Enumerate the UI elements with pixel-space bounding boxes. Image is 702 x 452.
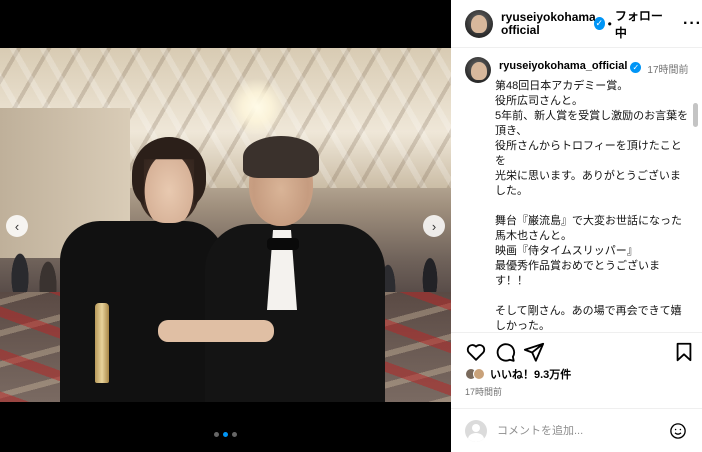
- liker-avatar: [473, 368, 485, 380]
- likes-row[interactable]: いいね！9.3万件: [465, 366, 571, 382]
- verified-badge-icon: ✓: [594, 17, 605, 30]
- comment-input[interactable]: [497, 424, 667, 437]
- chevron-right-icon: ›: [431, 218, 437, 234]
- emoji-icon[interactable]: [669, 422, 687, 440]
- photo-chandelier: [228, 78, 286, 136]
- carousel-next-button[interactable]: ›: [423, 215, 445, 237]
- carousel-dot: [214, 432, 219, 437]
- caption-text: 第48回日本アカデミー賞。 役所広司さんと。 5年前、新人賞を受賞し激励のお言葉…: [495, 80, 689, 332]
- heart-icon[interactable]: [465, 341, 487, 363]
- account-avatar[interactable]: [465, 9, 493, 38]
- caption-scrollbar[interactable]: [693, 103, 698, 127]
- separator-dot: •: [607, 16, 612, 31]
- following-button[interactable]: フォロー中: [615, 7, 664, 41]
- caption-timestamp: 17時間前: [647, 65, 689, 76]
- comment-bar: [451, 408, 702, 452]
- account-handle[interactable]: ryuseiyokohama_ official: [501, 10, 602, 37]
- post-header: ryuseiyokohama_ official ✓ • フォロー中 ···: [451, 0, 702, 48]
- caption-section: ryuseiyokohama_official ✓ 17時間前 第48回日本アカデ…: [451, 49, 702, 332]
- bookmark-icon[interactable]: [673, 341, 695, 363]
- post-timestamp[interactable]: 17時間前: [465, 385, 502, 398]
- post-photo[interactable]: [0, 48, 451, 402]
- photo-trophy: [95, 303, 109, 383]
- photo-person-left: [60, 137, 225, 402]
- caption-avatar[interactable]: [465, 57, 491, 83]
- share-icon[interactable]: [523, 341, 545, 363]
- verified-badge-icon: ✓: [630, 62, 642, 73]
- carousel-dot-active: [223, 432, 228, 437]
- carousel-prev-button[interactable]: ‹: [6, 215, 28, 237]
- carousel-dot: [232, 432, 237, 437]
- photo-hand: [158, 320, 274, 342]
- more-options-icon[interactable]: ···: [683, 15, 702, 33]
- post-media-panel: ‹ ›: [0, 0, 451, 452]
- user-avatar: [465, 419, 487, 442]
- photo-person-right: [205, 136, 385, 402]
- comment-icon[interactable]: [494, 341, 516, 363]
- likes-count[interactable]: いいね！9.3万件: [490, 366, 571, 382]
- post-details-panel: ryuseiyokohama_ official ✓ • フォロー中 ··· r…: [451, 0, 702, 452]
- chevron-left-icon: ‹: [14, 218, 20, 234]
- carousel-indicator: [0, 432, 451, 437]
- caption-username[interactable]: ryuseiyokohama_official ✓: [499, 60, 642, 73]
